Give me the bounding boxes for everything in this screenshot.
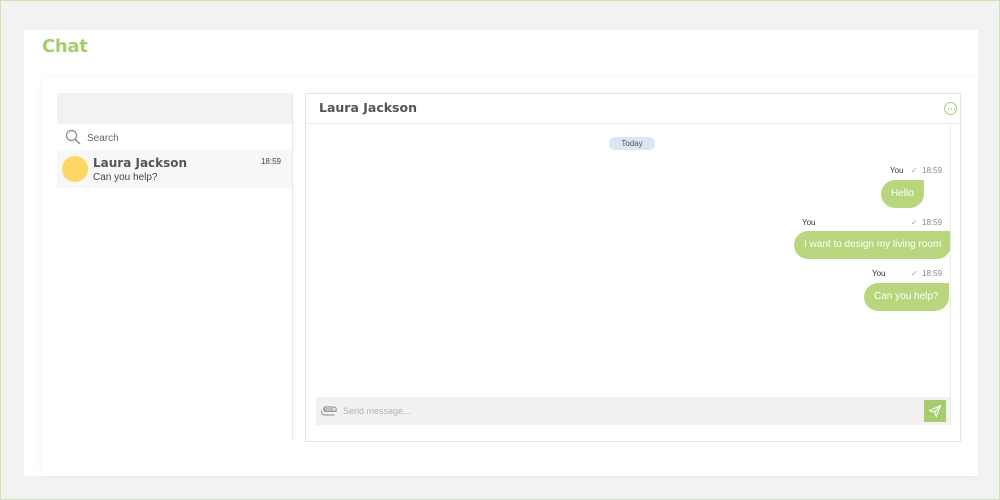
conversation-panel: Laura Jackson Today You ✓ 18:59 Hello Yo…	[305, 93, 961, 442]
page-title: Chat	[42, 36, 88, 57]
message-sender: You	[802, 218, 816, 227]
search-bar[interactable]	[57, 124, 293, 150]
message-composer	[316, 397, 950, 425]
conversation-title: Laura Jackson	[319, 100, 417, 115]
check-icon: ✓	[911, 218, 918, 227]
message-bubble: I want to design my living room	[794, 231, 952, 259]
message-time: 18:59	[922, 269, 943, 278]
messages-scrollbar[interactable]	[950, 125, 951, 425]
message-bubble: Hello	[881, 180, 924, 208]
check-icon: ✓	[911, 269, 918, 278]
message-bubble: Can you help?	[864, 283, 949, 311]
message-time: 18:59	[922, 218, 943, 227]
conversation-sidebar: Laura Jackson Can you help? 18:59	[57, 93, 293, 441]
contact-last-message: Can you help?	[93, 172, 158, 183]
more-options-icon[interactable]	[944, 102, 957, 115]
message-meta: You ✓ 18:59	[890, 166, 942, 176]
message-meta: You ✓ 18:59	[802, 218, 942, 228]
search-input[interactable]	[87, 129, 277, 147]
search-icon	[65, 129, 81, 145]
message-meta: You ✓ 18:59	[872, 269, 942, 279]
message-sender: You	[872, 269, 886, 278]
check-icon: ✓	[911, 166, 918, 175]
sidebar-header	[57, 93, 293, 124]
day-separator: Today	[609, 137, 655, 150]
contact-item-laura-jackson[interactable]: Laura Jackson Can you help? 18:59	[57, 150, 293, 188]
paperclip-icon[interactable]	[320, 406, 338, 416]
message-time: 18:59	[922, 166, 943, 175]
send-button[interactable]	[924, 400, 946, 422]
send-icon	[928, 404, 942, 418]
avatar	[62, 156, 88, 182]
contact-time: 18:59	[260, 157, 281, 166]
contact-name: Laura Jackson	[93, 156, 188, 170]
sidebar-divider	[292, 93, 293, 441]
message-input[interactable]	[343, 403, 903, 419]
conversation-header: Laura Jackson	[306, 94, 960, 124]
message-sender: You	[890, 166, 904, 175]
